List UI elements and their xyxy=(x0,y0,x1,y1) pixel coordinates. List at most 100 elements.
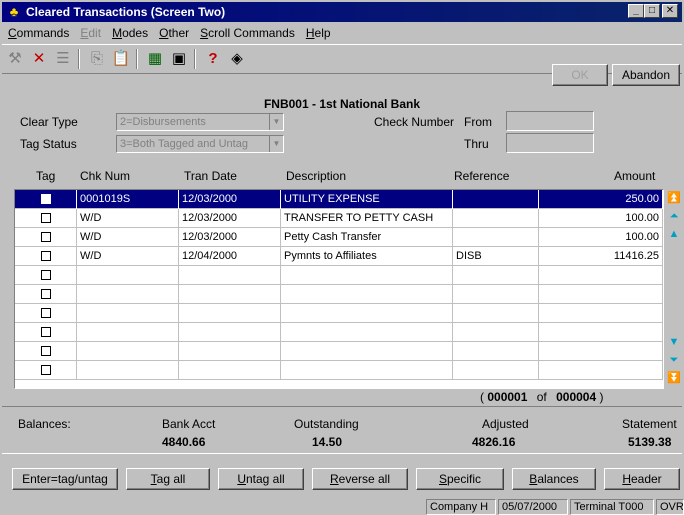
action-button[interactable]: Specific xyxy=(416,468,504,490)
book-icon[interactable]: ◈ xyxy=(226,48,248,70)
cell-ref xyxy=(453,285,539,304)
tag-checkbox[interactable] xyxy=(41,327,51,337)
list-icon[interactable]: ☰ xyxy=(52,48,74,70)
col-chk-num[interactable]: Chk Num xyxy=(80,169,130,183)
table-row[interactable] xyxy=(15,361,663,380)
tools-icon[interactable]: ⚒ xyxy=(4,48,26,70)
menu-scroll-commands[interactable]: Scroll Commands xyxy=(200,26,295,40)
scroll-page-up-icon[interactable]: ⏶ xyxy=(667,209,681,223)
delete-icon[interactable]: ✕ xyxy=(28,48,50,70)
cell-date: 12/03/2000 xyxy=(179,228,281,247)
tag-checkbox[interactable] xyxy=(41,308,51,318)
tag-checkbox[interactable] xyxy=(41,213,51,223)
tag-checkbox[interactable] xyxy=(41,251,51,261)
cell-date xyxy=(179,304,281,323)
col-amount[interactable]: Amount xyxy=(614,169,655,183)
table-row[interactable]: W/D 12/03/2000 Petty Cash Transfer 100.00 xyxy=(15,228,663,247)
cell-desc: TRANSFER TO PETTY CASH xyxy=(281,209,453,228)
check-thru-field[interactable] xyxy=(506,133,594,153)
tag-status-select[interactable]: 3=Both Tagged and Untag ▼ xyxy=(116,135,284,153)
record-counter: ( 000001 of 000004 ) xyxy=(480,390,603,404)
clear-type-select[interactable]: 2=Disbursements ▼ xyxy=(116,113,284,131)
tag-checkbox[interactable] xyxy=(41,270,51,280)
header-panel: FNB001 - 1st National Bank Clear Type 2=… xyxy=(2,87,682,163)
action-button[interactable]: Tag all xyxy=(126,468,210,490)
tag-cell xyxy=(15,228,77,247)
help-icon[interactable]: ? xyxy=(202,48,224,70)
cell-desc: Pymnts to Affiliates xyxy=(281,247,453,266)
window-title: Cleared Transactions (Screen Two) xyxy=(26,5,226,19)
col-description[interactable]: Description xyxy=(286,169,346,183)
action-button[interactable]: Untag all xyxy=(218,468,304,490)
cell-amount xyxy=(539,323,663,342)
abandon-button[interactable]: Abandon xyxy=(612,64,680,86)
chevron-down-icon[interactable]: ▼ xyxy=(269,136,283,152)
tag-checkbox[interactable] xyxy=(41,289,51,299)
table-row[interactable] xyxy=(15,266,663,285)
action-button[interactable]: Enter=tag/untag xyxy=(12,468,118,490)
status-date: 05/07/2000 xyxy=(498,499,568,515)
table-row[interactable] xyxy=(15,323,663,342)
tag-cell xyxy=(15,190,77,209)
balances-label: Balances: xyxy=(18,417,71,431)
close-button[interactable]: ✕ xyxy=(662,4,678,18)
chevron-down-icon[interactable]: ▼ xyxy=(269,114,283,130)
cell-desc xyxy=(281,304,453,323)
cell-chk xyxy=(77,304,179,323)
tag-checkbox[interactable] xyxy=(41,346,51,356)
table-row[interactable]: W/D 12/03/2000 TRANSFER TO PETTY CASH 100.0… xyxy=(15,209,663,228)
calculator-icon[interactable]: ▦ xyxy=(144,48,166,70)
cell-chk: 0001019S xyxy=(77,190,179,209)
table-row[interactable] xyxy=(15,304,663,323)
calendar-icon[interactable]: ▣ xyxy=(168,48,190,70)
scroll-up-icon[interactable]: ▲ xyxy=(667,227,681,241)
action-button[interactable]: Balances xyxy=(512,468,596,490)
table-row[interactable] xyxy=(15,285,663,304)
clear-type-value: 2=Disbursements xyxy=(120,116,206,128)
action-button[interactable]: Header xyxy=(604,468,680,490)
cell-chk: W/D xyxy=(77,247,179,266)
cell-chk xyxy=(77,323,179,342)
table-row[interactable] xyxy=(15,342,663,361)
tag-checkbox[interactable] xyxy=(41,365,51,375)
tag-cell xyxy=(15,342,77,361)
scroll-top-icon[interactable]: ⏫ xyxy=(667,191,681,205)
col-tag[interactable]: Tag xyxy=(36,169,55,183)
menu-commands[interactable]: Commands xyxy=(8,26,69,40)
minimize-button[interactable]: _ xyxy=(628,4,644,18)
menu-other[interactable]: Other xyxy=(159,26,189,40)
tag-cell xyxy=(15,209,77,228)
menu-modes[interactable]: Modes xyxy=(112,26,148,40)
cell-date xyxy=(179,323,281,342)
scroll-down-icon[interactable]: ▼ xyxy=(667,335,681,349)
cell-desc xyxy=(281,342,453,361)
menu-edit[interactable]: Edit xyxy=(80,26,101,40)
action-button[interactable]: Reverse all xyxy=(312,468,408,490)
tag-cell xyxy=(15,323,77,342)
paste-icon[interactable]: 📋 xyxy=(110,48,132,70)
copy-icon[interactable]: ⎘ xyxy=(86,48,108,70)
tag-checkbox[interactable] xyxy=(41,194,51,204)
col-reference[interactable]: Reference xyxy=(454,169,509,183)
tag-checkbox[interactable] xyxy=(41,232,51,242)
transactions-grid: Tag Chk Num Tran Date Description Refere… xyxy=(14,167,682,389)
statement-value: 5139.38 xyxy=(628,435,672,449)
check-from-field[interactable] xyxy=(506,111,594,131)
col-tran-date[interactable]: Tran Date xyxy=(184,169,237,183)
from-label: From xyxy=(464,115,492,129)
menu-help[interactable]: Help xyxy=(306,26,331,40)
cell-date xyxy=(179,342,281,361)
cell-ref xyxy=(453,304,539,323)
adjusted-label: Adjusted xyxy=(482,417,529,431)
table-row[interactable]: 0001019S 12/03/2000 UTILITY EXPENSE 250.00 xyxy=(15,190,663,209)
cell-ref xyxy=(453,228,539,247)
maximize-button[interactable]: □ xyxy=(644,4,660,18)
scroll-page-down-icon[interactable]: ⏷ xyxy=(667,353,681,367)
statement-label: Statement xyxy=(622,417,677,431)
status-company: Company H xyxy=(426,499,496,515)
scroll-bottom-icon[interactable]: ⏬ xyxy=(667,371,681,385)
vertical-scrollbar[interactable]: ⏫ ⏶ ▲ ▼ ⏷ ⏬ xyxy=(666,189,682,389)
cell-desc xyxy=(281,323,453,342)
table-row[interactable]: W/D 12/04/2000 Pymnts to Affiliates DISB 114… xyxy=(15,247,663,266)
ok-button[interactable]: OK xyxy=(552,64,608,86)
